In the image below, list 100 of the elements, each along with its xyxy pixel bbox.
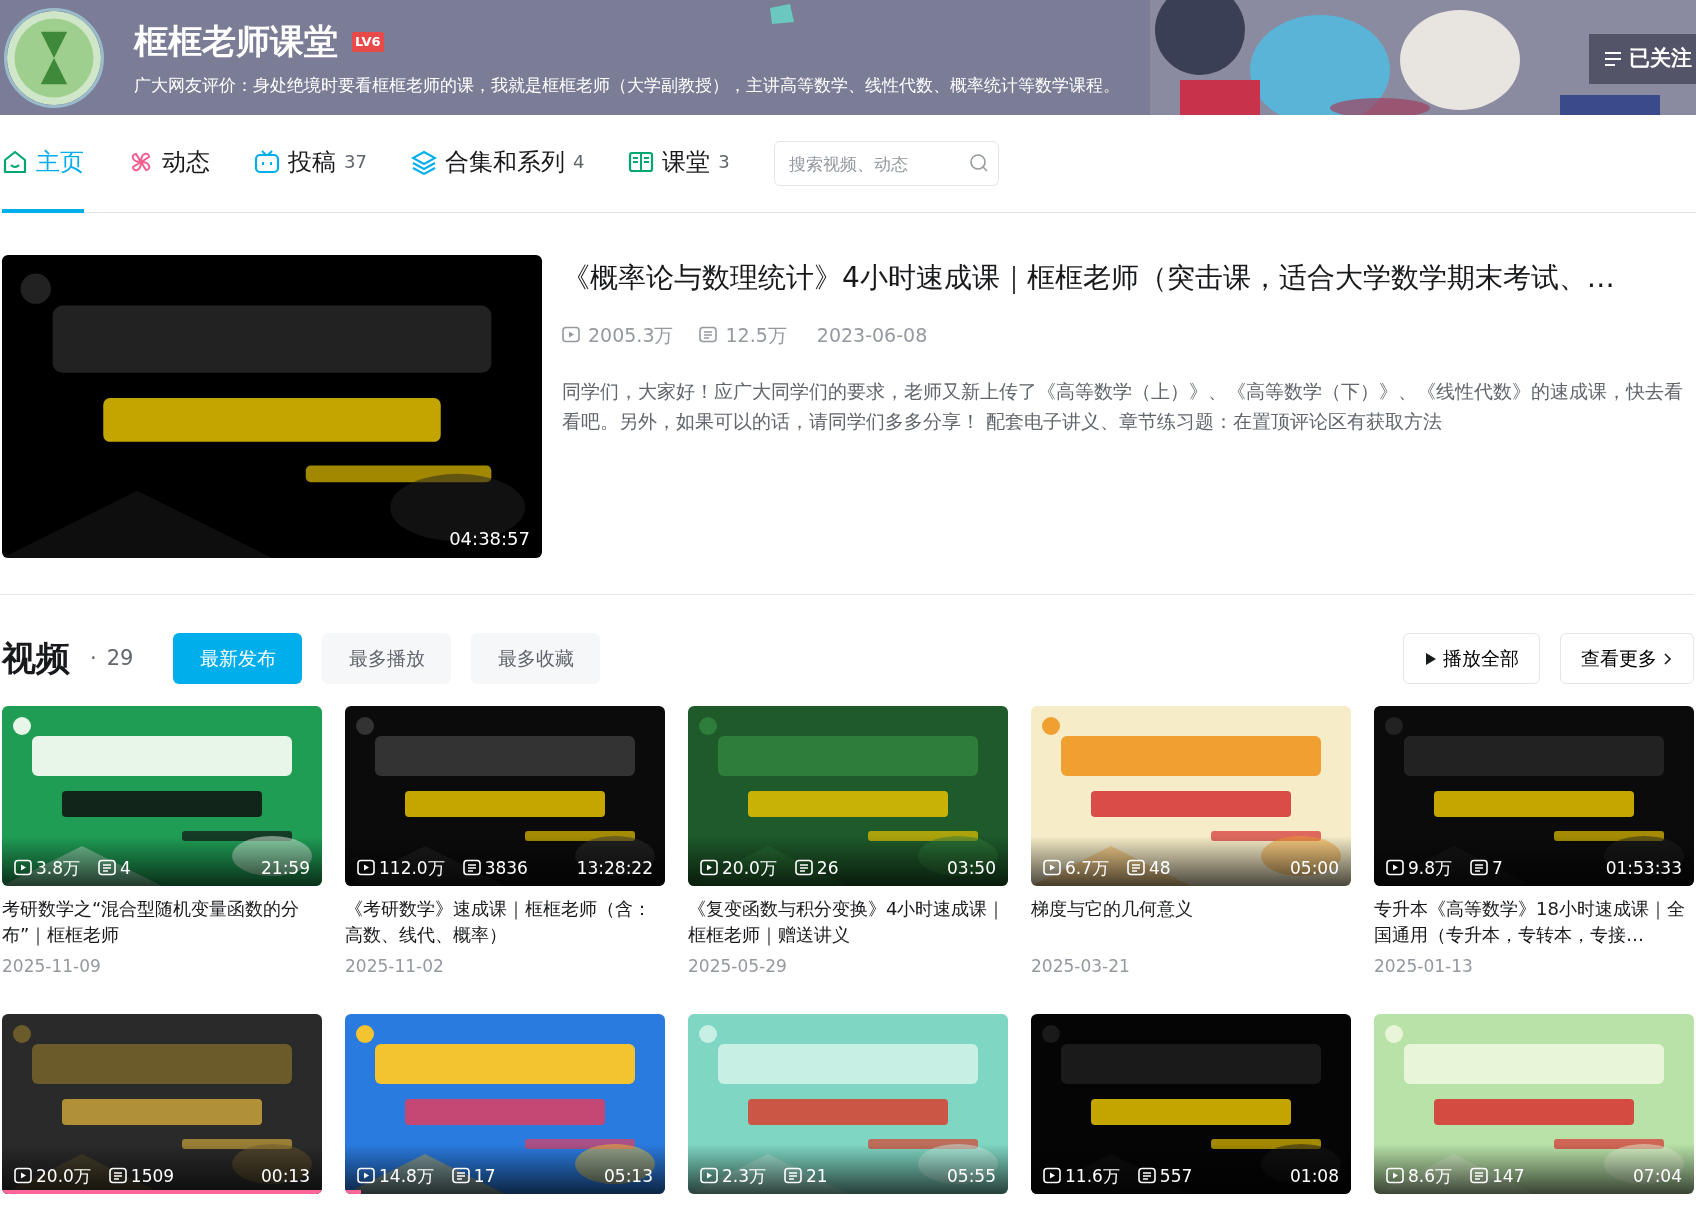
separator-dot: ·: [90, 644, 97, 672]
nav-tab[interactable]: 课堂 3: [628, 114, 730, 213]
comment-count: 3836: [484, 856, 528, 880]
sort-tab[interactable]: 最多播放: [322, 633, 452, 684]
video-duration: 21:59: [261, 856, 310, 880]
play-count-icon: [357, 1167, 375, 1186]
comment-icon: [462, 859, 481, 878]
play-count: 112.0万: [379, 856, 445, 880]
video-duration: 00:13: [261, 1164, 310, 1188]
video-date: 2025-03-21: [1031, 955, 1131, 978]
comment-icon: [1127, 859, 1146, 878]
video-title[interactable]: 梯度与它的几何意义: [1031, 896, 1351, 948]
video-date: 2025-11-02: [345, 955, 445, 978]
video-duration: 01:53:33: [1605, 856, 1682, 880]
layers-icon: [410, 148, 437, 175]
play-all-button[interactable]: 播放全部: [1403, 633, 1540, 684]
video-thumbnail[interactable]: 9.8万 7 01:53:33: [1374, 706, 1694, 886]
play-count-icon: [14, 1167, 32, 1186]
video-title[interactable]: 《概率论与数理统计》4小时速成课｜框框老师（突击课，适合大学数学期末考试、…: [562, 257, 1694, 299]
menu-icon: [1603, 49, 1623, 69]
section-title: 视频: [2, 637, 70, 680]
video-duration: 05:13: [604, 1164, 653, 1188]
channel-name: 框框老师课堂: [134, 20, 338, 64]
tab-count: 37: [344, 150, 367, 174]
play-icon: [1424, 651, 1437, 666]
play-count-icon: [1043, 1167, 1061, 1186]
video-date: 2025-11-09: [2, 955, 102, 978]
play-count: 20.0万: [36, 1164, 91, 1188]
comment-count: 557: [1159, 1164, 1193, 1188]
video-date: 2025-01-13: [1374, 955, 1474, 978]
video-thumbnail[interactable]: 14.8万 17 05:13: [345, 1014, 665, 1194]
video-thumbnail[interactable]: 11.6万 557 01:08: [1031, 1014, 1351, 1194]
play-count: 3.8万: [36, 856, 81, 880]
comment-count: 147: [1492, 1164, 1525, 1188]
video-duration: 07:04: [1633, 1164, 1682, 1188]
comment-icon: [1137, 1167, 1156, 1186]
play-count-icon: [562, 326, 580, 345]
comment-count: 1509: [130, 1164, 175, 1188]
comment-icon: [699, 326, 718, 345]
video-thumbnail[interactable]: 6.7万 48 05:00: [1031, 706, 1351, 886]
video-title[interactable]: 专升本《高等数学》18小时速成课｜全国通用（专升本，专转本，专接…: [1374, 896, 1694, 948]
comment-icon: [451, 1167, 470, 1186]
tab-count: 3: [718, 150, 730, 174]
video-duration: 05:55: [947, 1164, 996, 1188]
video-thumbnail[interactable]: 8.6万 147 07:04: [1374, 1014, 1694, 1194]
video-duration: 13:28:22: [576, 856, 653, 880]
play-count-icon: [1386, 1167, 1404, 1186]
home-icon: [2, 148, 28, 175]
video-thumbnail[interactable]: 3.8万 4 21:59: [2, 706, 322, 886]
nav-tab[interactable]: 动态: [128, 114, 210, 213]
comment-count: 26: [816, 856, 839, 880]
comment-count: 4: [120, 856, 131, 880]
play-count: 2.3万: [722, 1164, 767, 1188]
video-duration: 04:38:57: [449, 527, 530, 551]
comment-count: 21: [806, 1164, 828, 1188]
comment-icon: [1470, 859, 1489, 878]
video-date: 2025-05-29: [688, 955, 788, 978]
video-date: 2023-06-08: [816, 323, 928, 348]
video-duration: 03:50: [947, 856, 996, 880]
play-count-icon: [357, 859, 375, 878]
level-badge: LV6: [352, 32, 384, 52]
play-count: 6.7万: [1065, 856, 1110, 880]
video-thumbnail[interactable]: 20.0万 26 03:50: [688, 706, 1008, 886]
comment-count: 48: [1149, 856, 1171, 880]
video-thumbnail[interactable]: 112.0万 3836 13:28:22: [345, 706, 665, 886]
play-count-icon: [1043, 859, 1061, 878]
video-description: 同学们，大家好！应广大同学们的要求，老师又新上传了《高等数学（上）》、《高等数学（下）》、《线性代数》的速成课，快去看看吧。另外，如果可以的话，请同学们多多分享！ 配套电子讲义、章节练习题：在置顶评论区有获取方法: [562, 378, 1684, 434]
nav-tab[interactable]: 投稿 37: [254, 114, 367, 213]
play-count-icon: [700, 1167, 718, 1186]
play-count-icon: [14, 859, 32, 878]
follow-button[interactable]: 已关注: [1589, 34, 1696, 84]
search-icon: [968, 153, 989, 173]
play-count: 2005.3万: [588, 323, 674, 348]
nav-tab[interactable]: 合集和系列 4: [410, 114, 585, 213]
play-count-icon: [700, 859, 718, 878]
play-count: 9.8万: [1408, 856, 1453, 880]
video-title[interactable]: 考研数学之“混合型随机变量函数的分布”｜框框老师: [2, 896, 322, 948]
video-duration: 05:00: [1290, 856, 1339, 880]
video-count: 29: [106, 644, 134, 672]
video-title[interactable]: 《考研数学》速成课｜框框老师（含：高数、线代、概率）: [345, 896, 665, 948]
tv-icon: [254, 148, 280, 175]
comment-count: 7: [1492, 856, 1503, 880]
play-count-icon: [1386, 859, 1404, 878]
channel-bio: 广大网友评价：身处绝境时要看框框老师的课，我就是框框老师（大学副教授），主讲高等数学、线性代数、概率统计等数学课程。: [134, 74, 1120, 98]
video-thumbnail[interactable]: 20.0万 1509 00:13: [2, 1014, 322, 1194]
play-count: 20.0万: [722, 856, 777, 880]
search-field[interactable]: 搜索视频、动态: [773, 141, 999, 186]
play-count: 11.6万: [1065, 1164, 1120, 1188]
play-count: 8.6万: [1408, 1164, 1453, 1188]
comment-icon: [784, 1167, 803, 1186]
comment-icon: [1470, 1167, 1489, 1186]
comment-count: 17: [473, 1164, 496, 1188]
see-more-button[interactable]: 查看更多: [1560, 633, 1694, 684]
video-thumbnail[interactable]: 2.3万 21 05:55: [688, 1014, 1008, 1194]
play-count: 14.8万: [379, 1164, 434, 1188]
comment-icon: [794, 859, 813, 878]
sort-tab[interactable]: 最多收藏: [471, 633, 601, 684]
video-title[interactable]: 《复变函数与积分变换》4小时速成课｜框框老师｜赠送讲义: [688, 896, 1008, 948]
comment-count: 12.5万: [725, 323, 787, 348]
video-duration: 01:08: [1290, 1164, 1339, 1188]
